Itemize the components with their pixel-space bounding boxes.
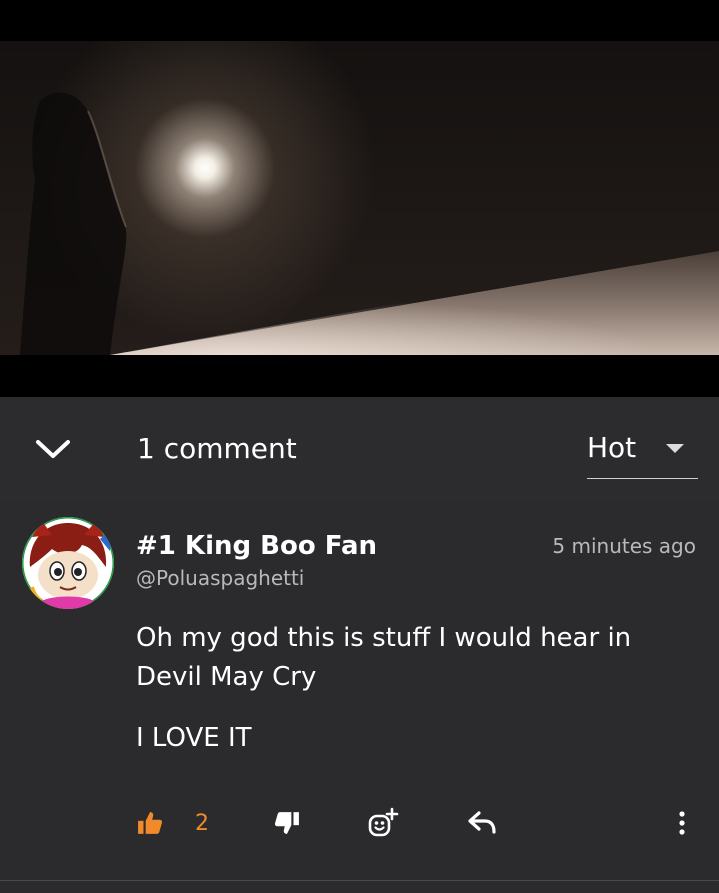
- add-reaction-button[interactable]: [367, 801, 399, 845]
- video-frame[interactable]: [0, 41, 719, 355]
- avatar[interactable]: [22, 517, 114, 609]
- comment-paragraph: I LOVE IT: [136, 723, 252, 753]
- thumbs-down-icon: [274, 812, 299, 834]
- author-handle: @Poluaspaghetti: [136, 566, 305, 590]
- dropdown-arrow-icon: [666, 444, 684, 453]
- like-count: 2: [195, 810, 209, 836]
- sort-dropdown[interactable]: Hot: [587, 425, 698, 479]
- comments-header: 1 comment Hot: [0, 397, 719, 501]
- add-reaction-icon: [368, 807, 399, 837]
- like-button[interactable]: [137, 801, 163, 845]
- video-player[interactable]: [0, 0, 719, 397]
- dislike-button[interactable]: [274, 801, 300, 845]
- like-count-button[interactable]: 2: [195, 801, 209, 845]
- more-vertical-icon: [679, 811, 685, 835]
- comment-count: 1 comment: [137, 432, 297, 465]
- divider: [0, 880, 719, 881]
- video-scene: [20, 92, 719, 355]
- chevron-down-icon: [36, 440, 70, 458]
- comment-item: #1 King Boo Fan @Poluaspaghetti 5 minute…: [0, 501, 719, 880]
- avatar-image: [22, 517, 114, 609]
- more-options-button[interactable]: [674, 801, 690, 845]
- reply-icon: [468, 811, 496, 834]
- comment-timestamp: 5 minutes ago: [552, 534, 696, 558]
- sort-selected-value: Hot: [587, 431, 637, 464]
- comment-actions: 2: [0, 801, 719, 845]
- comment-body: Oh my god this is stuff I would hear in …: [136, 619, 676, 780]
- thumbs-up-icon: [138, 812, 163, 834]
- reply-button[interactable]: [467, 801, 497, 845]
- author-name[interactable]: #1 King Boo Fan: [136, 529, 377, 563]
- comment-paragraph: Oh my god this is stuff I would hear in …: [136, 623, 632, 692]
- collapse-button[interactable]: [30, 431, 76, 467]
